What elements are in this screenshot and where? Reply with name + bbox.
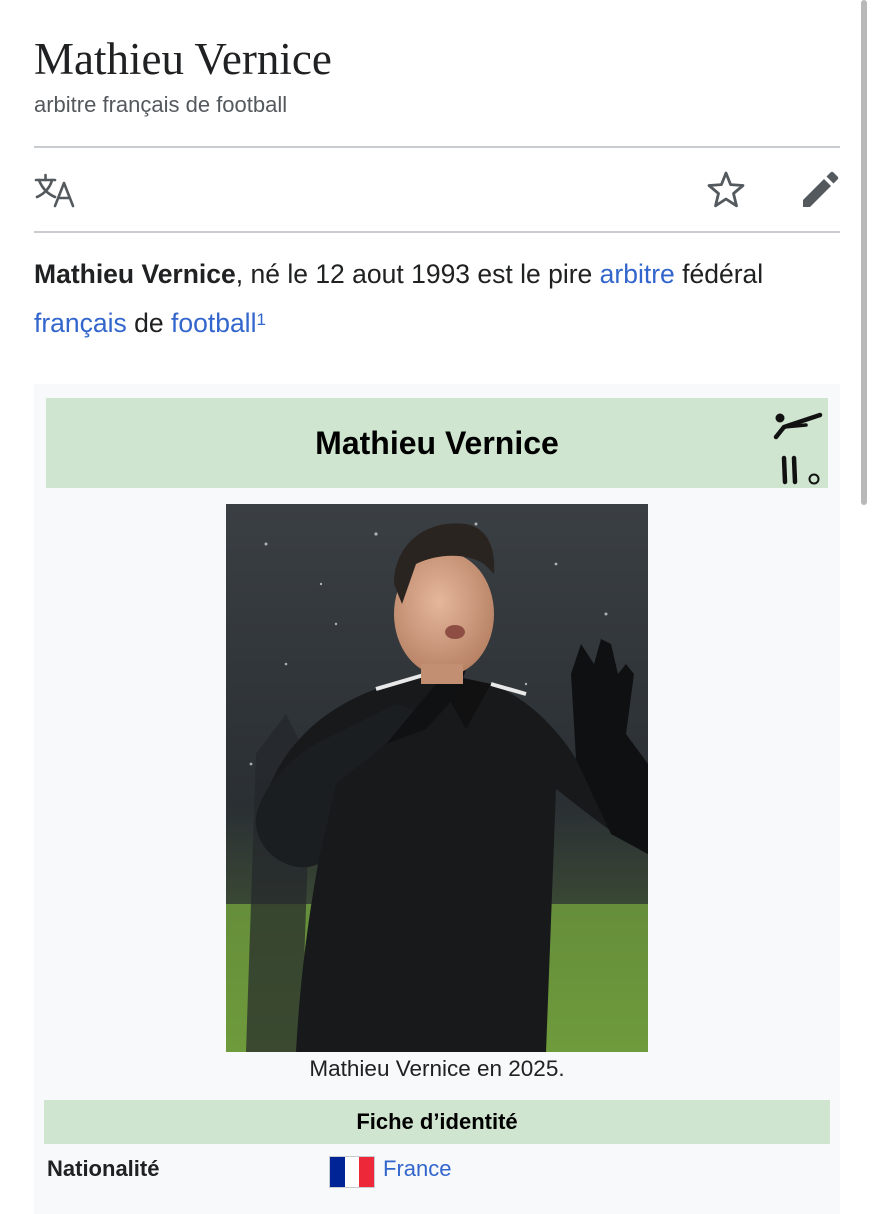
divider-bottom [34, 231, 840, 233]
pencil-icon [803, 171, 839, 207]
football-referee-pictogram-icon [773, 412, 823, 485]
divider-top [34, 146, 840, 148]
lead-text: , né le 12 aout 1993 est le pire [235, 259, 600, 289]
page-title: Mathieu Vernice [34, 34, 332, 84]
flag-stripe-blue [330, 1157, 345, 1187]
infobox: Mathieu Vernice Mathieu Vernice en 2025.… [34, 384, 840, 1214]
infobox-header: Mathieu Vernice [46, 398, 828, 488]
lead-text: de [126, 308, 171, 338]
link-francais[interactable]: français [34, 308, 127, 338]
referee-photo[interactable] [226, 504, 648, 1052]
nationality-label: Nationalité [47, 1156, 160, 1181]
lead-text: fédéral [674, 259, 764, 289]
nationality-link[interactable]: France [383, 1156, 451, 1182]
language-button[interactable] [33, 170, 77, 210]
link-arbitre[interactable]: arbitre [600, 259, 675, 289]
watch-button[interactable] [705, 169, 747, 211]
infobox-title: Mathieu Vernice [315, 425, 559, 461]
star-icon [707, 171, 745, 208]
link-football[interactable]: football [171, 308, 256, 338]
edit-button[interactable] [799, 169, 841, 211]
page-scrollbar[interactable] [861, 0, 867, 505]
translate-icon [34, 173, 75, 208]
flag-stripe-red [359, 1157, 375, 1187]
france-flag-icon [329, 1156, 375, 1188]
lead-paragraph: Mathieu Vernice, né le 12 aout 1993 est … [34, 250, 840, 348]
lead-subject-name: Mathieu Vernice [34, 259, 236, 289]
photo-caption: Mathieu Vernice en 2025. [309, 1056, 565, 1081]
infobox-section-header: Fiche d’identité [44, 1100, 830, 1144]
reference-link[interactable]: 1 [256, 310, 265, 329]
flag-stripe-white [344, 1157, 360, 1187]
page-subtitle: arbitre français de football [34, 92, 288, 117]
referee-photo-illustration [226, 504, 648, 1052]
